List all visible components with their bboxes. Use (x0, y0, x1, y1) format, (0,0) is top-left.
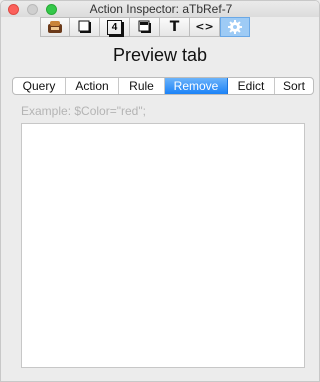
toolbar-button-action[interactable] (220, 17, 250, 37)
window-title: Action Inspector: aTbRef-7 (89, 2, 233, 16)
tab-query[interactable]: Query (13, 78, 66, 94)
toolbar-button-code[interactable]: <> (190, 17, 220, 37)
note-window-icon (78, 20, 92, 34)
toolbar-button-t[interactable]: T (160, 17, 190, 37)
note-box-icon (47, 20, 63, 34)
example-hint: Example: $Color="red"; (21, 104, 146, 118)
tab-sort[interactable]: Sort (275, 78, 313, 94)
tab-rule[interactable]: Rule (119, 78, 165, 94)
tab-edict[interactable]: Edict (228, 78, 275, 94)
toolbar-button-general[interactable] (40, 17, 70, 37)
gear-icon (227, 19, 243, 35)
action-tabs: Query Action Rule Remove Edict Sort (12, 77, 314, 95)
shadow-box-icon (138, 20, 152, 34)
code-editor[interactable] (21, 123, 305, 368)
title-bar[interactable]: Action Inspector: aTbRef-7 (1, 1, 319, 17)
inspector-toolbar: 4 T <> (40, 17, 250, 37)
code-icon: <> (195, 20, 214, 33)
tab-action[interactable]: Action (66, 78, 119, 94)
text-icon: T (169, 19, 180, 35)
toolbar-button-shadow[interactable] (130, 17, 160, 37)
toolbar-button-appearance[interactable] (70, 17, 100, 37)
panel-heading: Preview tab (112, 45, 208, 65)
toolbar-button-text[interactable]: 4 (100, 17, 130, 37)
action-inspector-window: Action Inspector: aTbRef-7 4 T <> Previe… (0, 0, 320, 382)
number-badge-icon: 4 (107, 19, 122, 35)
tab-remove[interactable]: Remove (165, 78, 228, 94)
